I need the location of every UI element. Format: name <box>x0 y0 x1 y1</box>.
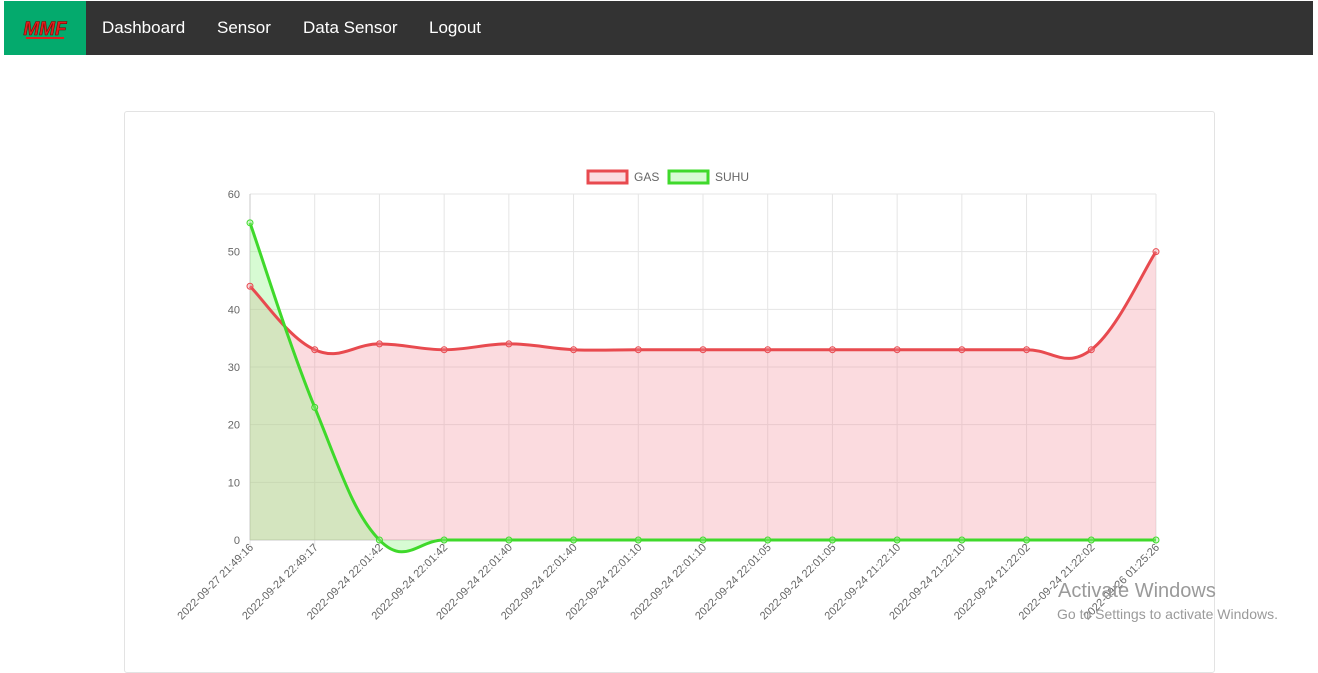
point-suhu[interactable] <box>311 403 319 411</box>
point-gas[interactable] <box>1152 248 1160 256</box>
point-suhu[interactable] <box>246 219 254 227</box>
point-gas[interactable] <box>1023 346 1031 354</box>
point-gas[interactable] <box>570 346 578 354</box>
point-gas[interactable] <box>505 340 513 348</box>
legend-swatch-suhu[interactable] <box>667 169 710 185</box>
point-gas[interactable] <box>699 346 707 354</box>
sensor-chart: 0 10 20 30 40 50 60 2022-09-27 21:49:162022-09… <box>175 169 1162 623</box>
y-tick-label: 40 <box>228 304 240 316</box>
y-tick-label: 10 <box>228 477 240 489</box>
y-axis: 0 10 20 30 40 50 60 <box>228 189 240 547</box>
point-gas[interactable] <box>634 346 642 354</box>
y-tick-label: 60 <box>228 189 240 201</box>
y-tick-label: 30 <box>228 362 240 374</box>
point-gas[interactable] <box>311 346 319 354</box>
point-gas[interactable] <box>440 346 448 354</box>
point-gas[interactable] <box>893 346 901 354</box>
point-gas[interactable] <box>1087 346 1095 354</box>
point-gas[interactable] <box>246 282 254 290</box>
chart-legend: GAS SUHU <box>586 169 749 185</box>
legend-label-gas[interactable]: GAS <box>634 170 659 184</box>
legend-label-suhu[interactable]: SUHU <box>715 170 749 184</box>
point-gas[interactable] <box>958 346 966 354</box>
point-gas[interactable] <box>375 340 383 348</box>
y-tick-label: 20 <box>228 420 240 432</box>
point-gas[interactable] <box>828 346 836 354</box>
x-axis: 2022-09-27 21:49:162022-09-24 22:49:1720… <box>175 542 1162 623</box>
legend-swatch-gas[interactable] <box>586 169 629 185</box>
y-tick-label: 0 <box>234 535 240 547</box>
point-gas[interactable] <box>764 346 772 354</box>
y-tick-label: 50 <box>228 247 240 259</box>
